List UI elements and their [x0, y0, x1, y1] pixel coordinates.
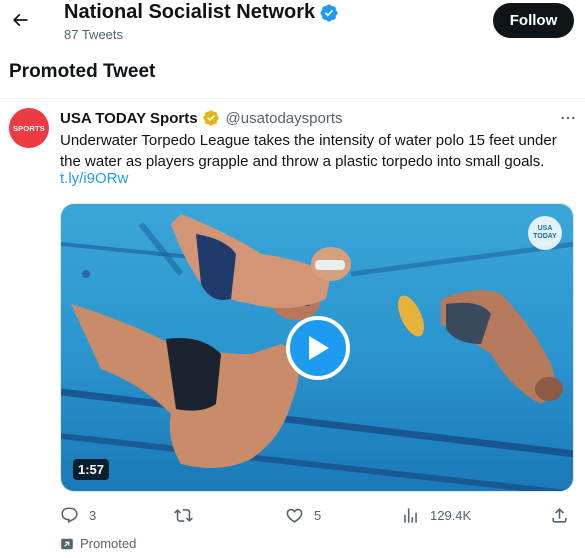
back-button[interactable]	[4, 4, 36, 36]
retweet-button[interactable]	[174, 504, 203, 526]
promoted-label: Promoted	[80, 536, 137, 551]
tweet-actions: 3 5 129.4K	[56, 504, 576, 526]
share-button[interactable]	[550, 504, 569, 526]
more-icon	[561, 116, 575, 120]
video-duration: 1:57	[73, 459, 110, 480]
view-count: 129.4K	[430, 507, 472, 523]
play-icon	[309, 336, 329, 360]
avatar[interactable]: SPORTS	[9, 108, 49, 148]
follow-button[interactable]: Follow	[493, 3, 574, 38]
heart-icon	[286, 508, 303, 523]
profile-name-row: National Socialist Network	[64, 1, 339, 24]
profile-name: National Socialist Network	[64, 1, 316, 23]
tweet-count: 87 Tweets	[64, 27, 124, 42]
reply-count: 3	[89, 507, 97, 523]
analytics-icon	[404, 507, 417, 523]
share-icon	[552, 507, 567, 523]
like-count: 5	[314, 507, 322, 523]
tweet-header: USA TODAY Sports @usatodaysports	[60, 108, 343, 128]
gold-verified-icon	[202, 110, 219, 126]
reply-button[interactable]: 3	[60, 504, 96, 526]
divider	[0, 98, 585, 99]
author-handle[interactable]: @usatodaysports	[226, 110, 343, 127]
section-title: Promoted Tweet	[9, 61, 156, 82]
views-button[interactable]: 129.4K	[401, 504, 471, 526]
like-button[interactable]: 5	[285, 504, 321, 526]
usa-today-watermark: USA TODAY	[528, 216, 562, 250]
profile-header: National Socialist Network 87 Tweets Fol…	[0, 0, 585, 48]
arrow-left-icon	[12, 13, 28, 27]
reply-icon	[61, 507, 78, 523]
more-options-button[interactable]	[556, 108, 580, 128]
watermark-line1: USA	[537, 225, 553, 232]
video-player[interactable]: USA TODAY 1:57	[60, 203, 574, 492]
retweet-icon	[174, 508, 193, 522]
tweet-text: Underwater Torpedo League takes the inte…	[60, 132, 557, 170]
promoted-indicator: Promoted	[60, 536, 136, 551]
verified-badge-icon	[320, 3, 338, 22]
promoted-icon	[61, 538, 73, 549]
tweet-link[interactable]: t.ly/i9ORw	[60, 170, 128, 187]
watermark-line2: TODAY	[533, 233, 557, 240]
author-name[interactable]: USA TODAY Sports	[60, 110, 198, 127]
play-button[interactable]	[286, 316, 350, 380]
avatar-label: SPORTS	[12, 123, 46, 133]
